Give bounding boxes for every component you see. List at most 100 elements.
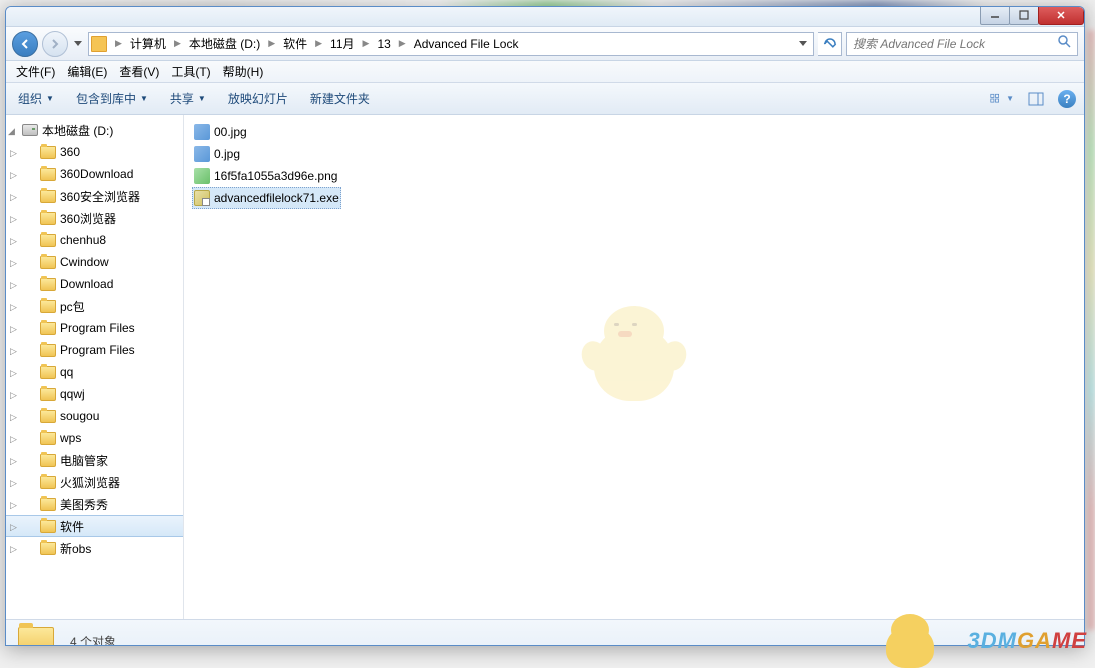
- expand-icon[interactable]: ▷: [10, 280, 19, 289]
- file-list[interactable]: 00.jpg0.jpg16f5fa1055a3d96e.png advancedf…: [184, 115, 1084, 619]
- expand-icon[interactable]: ▷: [10, 170, 19, 179]
- expand-icon[interactable]: ▷: [10, 148, 19, 157]
- search-input[interactable]: [853, 37, 1053, 51]
- menu-tools[interactable]: 工具(T): [165, 61, 216, 82]
- folder-icon: [40, 366, 56, 379]
- window-controls: [981, 6, 1084, 25]
- tree-item[interactable]: ▷电脑管家: [6, 449, 183, 471]
- chevron-right-icon[interactable]: ▶: [361, 38, 372, 49]
- breadcrumb-folder[interactable]: 13: [373, 34, 394, 54]
- expand-icon[interactable]: ▷: [10, 434, 19, 443]
- content-area: ◢ 本地磁盘 (D:) ▷360▷360Download▷360安全浏览器▷36…: [6, 115, 1084, 619]
- include-label: 包含到库中: [76, 90, 136, 107]
- tree-item[interactable]: ▷360Download: [6, 163, 183, 185]
- tree-item[interactable]: ▷ wps: [6, 427, 183, 449]
- back-button[interactable]: [12, 31, 38, 57]
- file-name: advancedfilelock71.exe: [214, 191, 339, 205]
- titlebar[interactable]: [6, 7, 1084, 27]
- chevron-right-icon[interactable]: ▶: [397, 38, 408, 49]
- tree-item[interactable]: ▷ Download: [6, 273, 183, 295]
- tree-item[interactable]: ▷ pc包: [6, 295, 183, 317]
- expand-icon[interactable]: ▷: [10, 478, 19, 487]
- tree-item[interactable]: ▷ 360安全浏览器: [6, 185, 183, 207]
- tree-label: Download: [60, 277, 113, 291]
- refresh-button[interactable]: [818, 32, 842, 56]
- menu-help[interactable]: 帮助(H): [217, 61, 270, 82]
- tree-item[interactable]: ▷360: [6, 141, 183, 163]
- collapse-icon[interactable]: ◢: [8, 126, 17, 135]
- expand-icon[interactable]: ▷: [10, 324, 19, 333]
- tree-item[interactable]: ▷sougou: [6, 405, 183, 427]
- slideshow-button[interactable]: 放映幻灯片: [224, 87, 292, 110]
- share-button[interactable]: 共享▼: [166, 87, 210, 110]
- chevron-right-icon[interactable]: ▶: [313, 38, 324, 49]
- file-item[interactable]: 16f5fa1055a3d96e.png: [192, 165, 339, 187]
- address-dropdown[interactable]: [795, 41, 811, 47]
- expand-icon[interactable]: ▷: [10, 456, 19, 465]
- breadcrumb-drive[interactable]: 本地磁盘 (D:): [185, 34, 264, 54]
- folder-icon: [40, 212, 56, 225]
- search-box[interactable]: [846, 32, 1078, 56]
- breadcrumb-computer[interactable]: 计算机: [126, 34, 170, 54]
- file-item[interactable]: 0.jpg: [192, 143, 242, 165]
- expand-icon[interactable]: ▷: [10, 544, 19, 553]
- file-item[interactable]: advancedfilelock71.exe: [192, 187, 341, 209]
- tree-item[interactable]: ▷Program Files: [6, 339, 183, 361]
- expand-icon[interactable]: ▷: [10, 522, 19, 531]
- expand-icon[interactable]: ▷: [10, 368, 19, 377]
- expand-icon[interactable]: ▷: [10, 214, 19, 223]
- expand-icon[interactable]: ▷: [10, 412, 19, 421]
- file-item[interactable]: 00.jpg: [192, 121, 249, 143]
- tree-item[interactable]: ▷美图秀秀: [6, 493, 183, 515]
- brand-watermark: 3DMGAME: [968, 628, 1087, 654]
- tree-label: wps: [60, 431, 81, 445]
- tree-label: Cwindow: [60, 255, 109, 269]
- expand-icon[interactable]: ▷: [10, 236, 19, 245]
- search-icon[interactable]: [1057, 34, 1071, 53]
- chevron-right-icon[interactable]: ▶: [172, 38, 183, 49]
- tree-item[interactable]: ▷Program Files: [6, 317, 183, 339]
- minimize-button[interactable]: [980, 6, 1010, 25]
- tree-item[interactable]: ▷qqwj: [6, 383, 183, 405]
- address-bar[interactable]: ▶ 计算机 ▶ 本地磁盘 (D:) ▶ 软件 ▶ 11月 ▶ 13 ▶ Adva…: [88, 32, 814, 56]
- expand-icon[interactable]: ▷: [10, 192, 19, 201]
- maximize-button[interactable]: [1009, 6, 1039, 25]
- breadcrumb-folder[interactable]: 软件: [279, 34, 311, 54]
- tree-item[interactable]: ▷360浏览器: [6, 207, 183, 229]
- tree-item[interactable]: ▷qq: [6, 361, 183, 383]
- expand-icon[interactable]: ▷: [10, 258, 19, 267]
- newfolder-button[interactable]: 新建文件夹: [306, 87, 374, 110]
- forward-button[interactable]: [42, 31, 68, 57]
- tree-label: 360安全浏览器: [60, 188, 140, 205]
- tree-item[interactable]: ▷chenhu8: [6, 229, 183, 251]
- close-button[interactable]: [1038, 6, 1084, 25]
- folder-icon: [40, 344, 56, 357]
- include-button[interactable]: 包含到库中▼: [72, 87, 152, 110]
- tree-label: pc包: [60, 298, 85, 315]
- history-dropdown[interactable]: [72, 41, 84, 47]
- expand-icon[interactable]: ▷: [10, 390, 19, 399]
- tree-item[interactable]: ▷软件: [6, 515, 183, 537]
- tree-root-drive[interactable]: ◢ 本地磁盘 (D:): [6, 119, 183, 141]
- organize-button[interactable]: 组织▼: [14, 87, 58, 110]
- organize-label: 组织: [18, 90, 42, 107]
- tree-item[interactable]: ▷ Cwindow: [6, 251, 183, 273]
- menu-file[interactable]: 文件(F): [10, 61, 61, 82]
- menu-edit[interactable]: 编辑(E): [61, 61, 113, 82]
- chevron-right-icon[interactable]: ▶: [113, 38, 124, 49]
- help-button[interactable]: ?: [1058, 90, 1076, 108]
- toolbar: 组织▼ 包含到库中▼ 共享▼ 放映幻灯片 新建文件夹 ▼ ?: [6, 83, 1084, 115]
- view-options-button[interactable]: ▼: [990, 89, 1014, 109]
- folder-icon: [40, 388, 56, 401]
- expand-icon[interactable]: ▷: [10, 500, 19, 509]
- breadcrumb-folder[interactable]: 11月: [326, 34, 358, 54]
- menu-view[interactable]: 查看(V): [113, 61, 165, 82]
- preview-pane-button[interactable]: [1024, 89, 1048, 109]
- expand-icon[interactable]: ▷: [10, 302, 19, 311]
- breadcrumb-current[interactable]: Advanced File Lock: [410, 34, 523, 54]
- tree-item[interactable]: ▷新obs: [6, 537, 183, 559]
- chevron-right-icon[interactable]: ▶: [266, 38, 277, 49]
- tree-item[interactable]: ▷火狐浏览器: [6, 471, 183, 493]
- expand-icon[interactable]: ▷: [10, 346, 19, 355]
- navigation-pane[interactable]: ◢ 本地磁盘 (D:) ▷360▷360Download▷360安全浏览器▷36…: [6, 115, 184, 619]
